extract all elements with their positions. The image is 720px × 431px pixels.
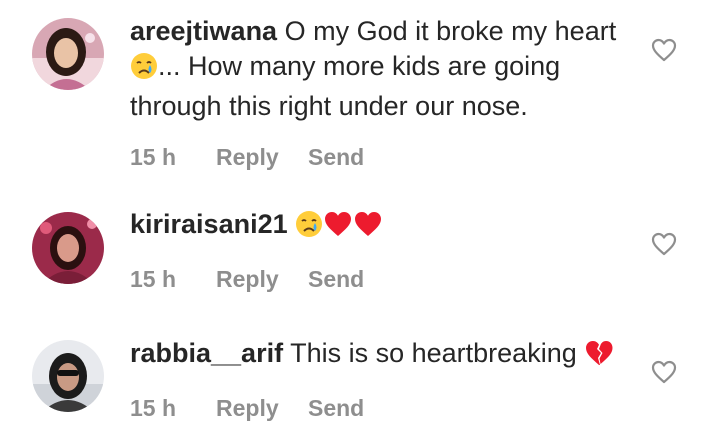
comment-text: areejtiwana O my God it broke my heart .… (130, 14, 635, 124)
comment-text: rabbia__arif This is so heartbreaking (130, 336, 635, 376)
like-heart-icon[interactable] (651, 360, 677, 384)
comment-username[interactable]: kiriraisani21 (130, 209, 288, 239)
avatar[interactable] (32, 18, 104, 90)
comment-username[interactable]: rabbia__arif (130, 338, 283, 368)
comment-actions: 15 h Reply Send (130, 144, 635, 171)
comment-text-part: O my God it broke my heart (284, 16, 617, 46)
comment-username[interactable]: areejtiwana (130, 16, 277, 46)
comment-timestamp: 15 h (130, 266, 177, 292)
comment-body: kiriraisani21 15 h Reply Send (130, 207, 635, 293)
comment-actions: 15 h Reply Send (130, 395, 635, 422)
comment-text-part: This is so heartbreaking (290, 338, 577, 368)
crying-face-icon (295, 210, 323, 247)
send-button[interactable]: Send (308, 395, 364, 422)
comment-body: areejtiwana O my God it broke my heart .… (130, 14, 635, 171)
reply-button[interactable]: Reply (216, 395, 308, 422)
avatar-image (32, 340, 104, 412)
red-heart-icon (353, 210, 383, 247)
red-heart-icon (323, 210, 353, 247)
comment-timestamp: 15 h (130, 395, 177, 421)
like-heart-icon[interactable] (651, 38, 677, 62)
avatar-image (32, 212, 104, 284)
send-button[interactable]: Send (308, 266, 364, 293)
comment-actions: 15 h Reply Send (130, 266, 635, 293)
avatar-image (32, 18, 104, 90)
broken-heart-icon (584, 339, 614, 376)
send-button[interactable]: Send (308, 144, 364, 171)
avatar[interactable] (32, 340, 104, 412)
avatar[interactable] (32, 212, 104, 284)
comment-body: rabbia__arif This is so heartbreaking 15… (130, 336, 635, 422)
comment-timestamp: 15 h (130, 144, 177, 170)
reply-button[interactable]: Reply (216, 266, 308, 293)
comment-text: kiriraisani21 (130, 207, 635, 247)
crying-face-icon (130, 52, 158, 89)
like-heart-icon[interactable] (651, 232, 677, 256)
reply-button[interactable]: Reply (216, 144, 308, 171)
comment-text-part: ... How many more kids are going through… (130, 51, 561, 121)
